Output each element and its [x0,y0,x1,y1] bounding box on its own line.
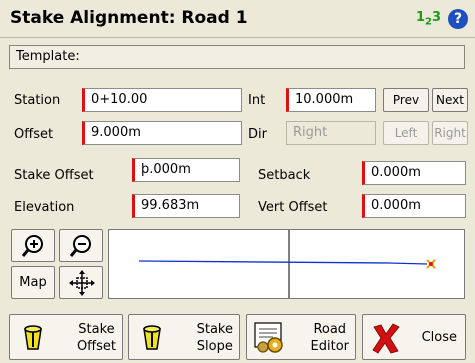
stake-offset-input[interactable]: þ.000m [132,158,240,182]
zoom-in-icon [21,235,43,257]
window-title: Stake Alignment: Road 1 [10,8,248,28]
road-editor-line2: Editor [310,339,349,354]
direction-select[interactable]: Right [286,121,376,145]
pan-button[interactable] [59,266,103,299]
station-label: Station [14,93,61,108]
pan-icon [69,270,95,296]
offset-label: Offset [14,127,54,142]
close-label: Close [421,330,457,345]
template-field[interactable]: Template: [9,45,465,69]
close-button[interactable]: Close [362,314,466,360]
zoom-in-button[interactable] [11,229,55,262]
stake-slope-line1: Stake [196,322,233,337]
stake-slope-line2: Slope [196,339,233,354]
stake-offset-line2: Offset [76,339,116,354]
vert-offset-input[interactable]: 0.000m [362,194,466,218]
map-button[interactable]: Map [11,266,55,299]
right-button[interactable]: Right [432,121,468,145]
stake-cup-icon [24,325,42,350]
stake-offset-button[interactable]: Stake Offset [9,314,123,360]
next-button[interactable]: Next [432,88,468,112]
road-editor-line1: Road [313,322,347,337]
vert-offset-label: Vert Offset [258,200,328,215]
interval-label: Int [248,93,266,108]
close-x-icon [372,323,400,354]
setback-input[interactable]: 0.000m [362,161,466,185]
help-icon[interactable]: ? [448,9,468,29]
elevation-label: Elevation [14,200,75,215]
road-editor-icon [254,322,283,353]
setback-label: Setback [258,168,311,183]
zoom-out-icon [69,235,91,257]
direction-label: Dir [248,127,267,142]
prev-button[interactable]: Prev [383,88,429,112]
elevation-input[interactable]: 99.683m [132,194,240,218]
offset-input[interactable]: 9.000m [82,121,242,145]
alignment-line [138,260,428,265]
numeric-input-icon[interactable]: 123 [416,10,441,28]
left-button[interactable]: Left [383,121,429,145]
stake-slope-button[interactable]: Stake Slope [128,314,240,360]
alignment-canvas [138,230,436,298]
interval-input[interactable]: 10.000m [286,88,376,112]
alignment-plan-view[interactable] [108,229,465,299]
stake-cup-icon [143,325,161,350]
zoom-out-button[interactable] [59,229,103,262]
stake-offset-label: Stake Offset [14,168,94,183]
stake-offset-line1: Stake [78,322,115,337]
stake-point-icon [426,259,436,269]
road-editor-button[interactable]: Road Editor [246,314,356,360]
station-input[interactable]: 0+10.00 [82,88,242,112]
